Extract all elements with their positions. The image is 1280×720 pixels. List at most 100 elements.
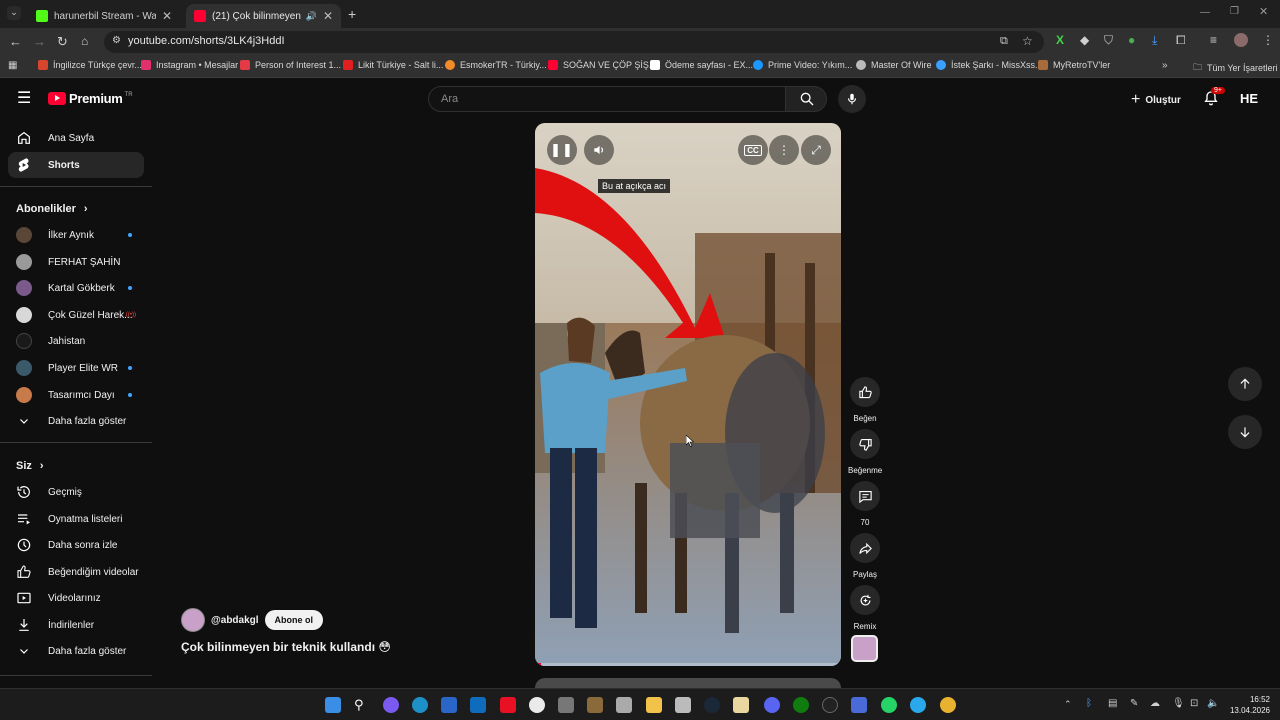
bookmark-item[interactable]: Prime Video: Yıkım... <box>753 60 852 70</box>
bookmark-star-icon[interactable]: ☆ <box>1022 35 1033 47</box>
obs-icon[interactable] <box>822 697 838 713</box>
forward-icon[interactable]: → <box>33 35 46 48</box>
create-button[interactable]: + Oluştur <box>1131 91 1181 109</box>
volume-button[interactable] <box>584 135 614 165</box>
sidebar-channel-player-elite-wr[interactable]: Player Elite WR <box>8 355 144 381</box>
fullscreen-button[interactable]: ⤢ <box>801 135 831 165</box>
video-title[interactable]: Çok bilinmeyen bir teknik kullandı 😳 <box>181 640 391 654</box>
copilot-icon[interactable] <box>383 697 399 713</box>
previous-short-button[interactable] <box>1228 367 1262 401</box>
sidebar-channel-ilker-aynik[interactable]: İlker Aynık <box>8 222 144 248</box>
dislike-button[interactable] <box>850 429 880 459</box>
bookmark-item[interactable]: Likit Türkiye - Salt li... <box>343 60 443 70</box>
extension-green-icon[interactable]: ● <box>1128 34 1135 46</box>
search-icon[interactable]: ⚲ <box>354 697 370 713</box>
search-button[interactable] <box>785 86 827 112</box>
channel-avatar[interactable] <box>181 608 205 632</box>
app-icon[interactable] <box>500 697 516 713</box>
subscriptions-heading[interactable]: Abonelikler › <box>16 203 88 215</box>
bookmark-item[interactable]: Master Of Wire <box>856 60 932 70</box>
hamburger-menu-icon[interactable]: ☰ <box>17 91 31 107</box>
cloud-icon[interactable]: ☁ <box>1150 699 1160 709</box>
account-avatar[interactable]: HE <box>1240 91 1258 106</box>
channel-handle[interactable]: @abdakgl <box>211 615 259 626</box>
tab-search-icon[interactable]: ⌄ <box>7 6 21 20</box>
tab-groups-icon[interactable]: ≡ <box>1210 34 1217 46</box>
microphone-icon[interactable]: 🎙 <box>1172 699 1185 709</box>
remix-button[interactable] <box>850 585 880 615</box>
speaker-icon[interactable]: 🔊 <box>306 11 317 22</box>
like-button[interactable] <box>850 377 880 407</box>
tab-harunerbil[interactable]: harunerbil Stream - Watch Live ✕ <box>28 4 180 28</box>
bookmark-item[interactable]: İngilizce Türkçe çevr... <box>38 60 142 70</box>
address-bar[interactable]: ⚙ youtube.com/shorts/3LK4j3HddI ⧉ ☆ <box>104 31 1044 53</box>
bookmark-item[interactable]: İstek Şarkı - MissXss... <box>936 60 1043 70</box>
sidebar-item-playlists[interactable]: Oynatma listeleri <box>8 506 144 532</box>
bookmark-item[interactable]: EsmokerTR - Türkiy... <box>445 60 547 70</box>
edge-icon[interactable] <box>412 697 428 713</box>
browser-menu-icon[interactable]: ⋮ <box>1262 34 1274 46</box>
sidebar-channel-jahistan[interactable]: Jahistan <box>8 328 144 354</box>
sidebar-show-more-subscriptions[interactable]: Daha fazla göster <box>8 408 144 434</box>
site-info-icon[interactable]: ⚙ <box>112 36 121 46</box>
more-options-button[interactable]: ⋮ <box>769 135 799 165</box>
extension-diamond-icon[interactable]: ◆ <box>1080 34 1089 46</box>
sidebar-show-more-you[interactable]: Daha fazla göster <box>8 638 144 664</box>
more-bookmarks-icon[interactable]: » <box>1162 61 1168 71</box>
close-window-icon[interactable]: ✕ <box>1259 7 1268 18</box>
pen-icon[interactable]: ✎ <box>1130 699 1138 709</box>
share-action[interactable]: Paylaş <box>848 533 882 579</box>
app-icon[interactable] <box>733 697 749 713</box>
sidebar-channel-kartal-gokberk[interactable]: Kartal Gökberk <box>8 275 144 301</box>
telegram-icon[interactable] <box>910 697 926 713</box>
app-icon[interactable] <box>851 697 867 713</box>
network-icon[interactable]: ⊡ <box>1190 699 1198 709</box>
clock[interactable]: 16:52 13.04.2026 <box>1222 694 1270 716</box>
search-input[interactable]: Ara <box>428 86 786 112</box>
sidebar-item-liked-videos[interactable]: Beğendiğim videolar <box>8 559 144 585</box>
speaker-icon[interactable]: 🔈 <box>1207 699 1219 709</box>
sidebar-channel-ferhat-sahin[interactable]: FERHAT ŞAHİN <box>8 249 144 275</box>
tray-expand-icon[interactable]: ⌃ <box>1064 700 1072 709</box>
voice-search-button[interactable] <box>838 85 866 113</box>
chrome-icon[interactable] <box>940 697 956 713</box>
close-tab-icon[interactable]: ✕ <box>323 9 333 23</box>
subscribe-button[interactable]: Abone ol <box>264 610 324 630</box>
whatsapp-icon[interactable] <box>881 697 897 713</box>
download-icon[interactable]: ⤓ <box>1152 34 1157 46</box>
profile-avatar[interactable] <box>1234 33 1248 47</box>
next-short-button[interactable] <box>1228 415 1262 449</box>
extensions-puzzle-icon[interactable]: ⧠ <box>1176 34 1186 46</box>
bookmark-item[interactable]: MyRetroTV'ler <box>1038 60 1110 70</box>
remix-action[interactable]: Remix <box>848 585 882 631</box>
bookmark-item[interactable]: SOĞAN VE ÇÖP ŞİŞ... <box>548 60 656 70</box>
next-short-preview[interactable] <box>535 678 841 688</box>
sidebar-item-home[interactable]: Ana Sayfa <box>8 125 144 151</box>
new-tab-icon[interactable]: + <box>348 7 356 21</box>
close-tab-icon[interactable]: ✕ <box>162 9 172 23</box>
sidebar-item-your-videos[interactable]: Videolarınız <box>8 585 144 611</box>
install-app-icon[interactable]: ⧉ <box>1000 36 1008 47</box>
pause-button[interactable]: ❚❚ <box>547 135 577 165</box>
bookmark-item[interactable]: Person of Interest 1... <box>240 60 341 70</box>
sound-thumbnail[interactable] <box>851 635 878 662</box>
notifications-button[interactable]: 9+ <box>1203 87 1225 111</box>
sidebar-channel-cok-guzel-hareketler[interactable]: Çok Güzel Harek... ((•)) <box>8 302 144 328</box>
sidebar-item-shorts[interactable]: Shorts <box>8 152 144 178</box>
sidebar-item-history[interactable]: Geçmiş <box>8 479 144 505</box>
tab-youtube-short[interactable]: (21) Çok bilinmeyen bir tekn 🔊 ✕ <box>186 4 341 28</box>
store-icon[interactable] <box>441 697 457 713</box>
app-icon[interactable] <box>587 697 603 713</box>
back-icon[interactable]: ← <box>9 35 22 48</box>
app-icon[interactable] <box>529 697 545 713</box>
calculator-icon[interactable] <box>616 697 632 713</box>
bookmark-item[interactable]: Instagram • Mesajlar <box>141 60 238 70</box>
share-button[interactable] <box>850 533 880 563</box>
recycle-bin-icon[interactable] <box>558 697 574 713</box>
maximize-icon[interactable]: ❐ <box>1230 7 1239 17</box>
reload-icon[interactable]: ↻ <box>57 35 68 48</box>
bookmark-item[interactable]: Ödeme sayfası - EX... <box>650 60 753 70</box>
captions-button[interactable]: CC <box>738 135 768 165</box>
minimize-icon[interactable]: — <box>1200 8 1210 18</box>
apps-grid-icon[interactable]: ▦ <box>8 61 17 71</box>
